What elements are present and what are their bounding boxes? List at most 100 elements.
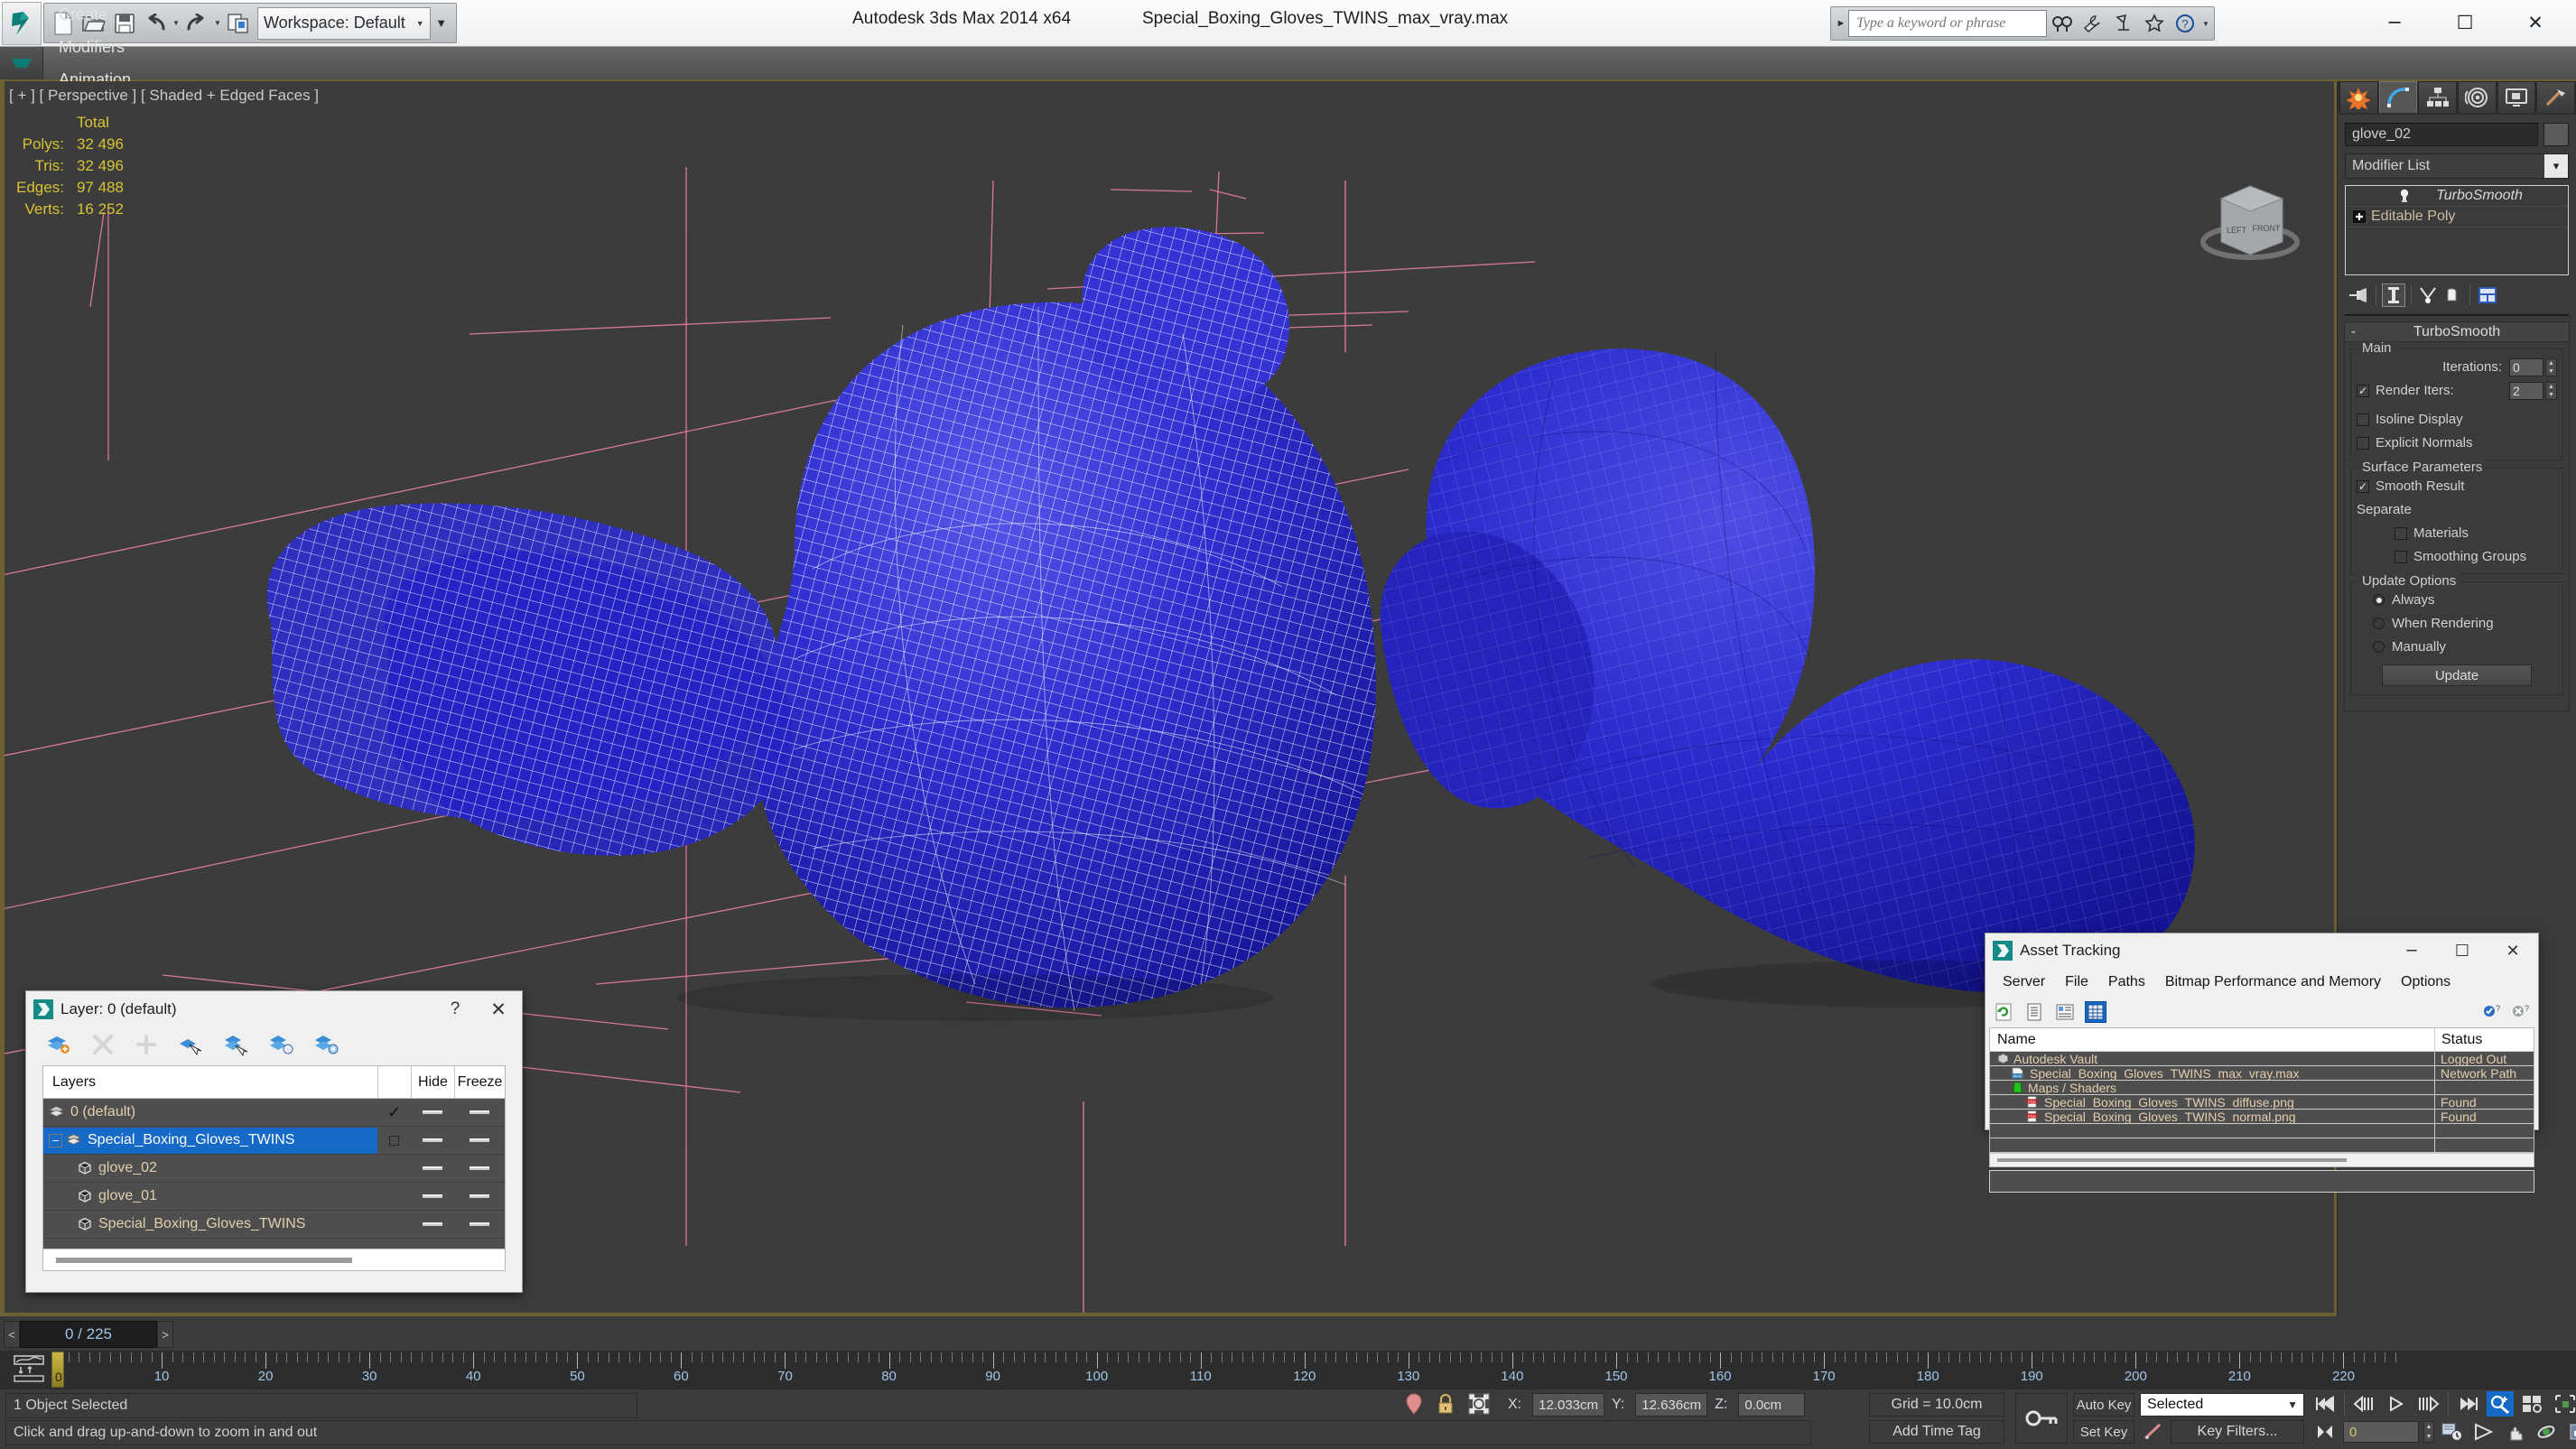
- timeline-ruler[interactable]: 0 10 20 30 40 50 60 70 80 90 100 110 120 130 140 150 160…: [58, 1351, 2576, 1389]
- search-expand-icon[interactable]: ►: [1834, 18, 1848, 29]
- turbosmooth-rollout-header[interactable]: - TurboSmooth: [2344, 321, 2570, 342]
- maximize-button[interactable]: ☐: [2437, 934, 2488, 967]
- zoom-all-button[interactable]: [2519, 1391, 2546, 1416]
- explicit-normals-checkbox[interactable]: [2357, 436, 2369, 450]
- menu-create[interactable]: Create: [43, 0, 174, 31]
- asset-row[interactable]: [1990, 1123, 2534, 1138]
- lightbulb-icon[interactable]: [2396, 189, 2413, 203]
- check-in-icon[interactable]: ?: [2480, 1001, 2502, 1023]
- layer-name-cell[interactable]: glove_02: [43, 1156, 377, 1182]
- layer-row[interactable]: − Special_Boxing_Gloves_TWINS □: [43, 1127, 505, 1155]
- asset-menu-file[interactable]: File: [2055, 969, 2098, 996]
- modifier-stack-item-editable-poly[interactable]: Editable Poly: [2346, 207, 2568, 228]
- render-iters-spinner[interactable]: ▲ ▼: [2545, 381, 2557, 400]
- orbit-button[interactable]: [2534, 1419, 2561, 1444]
- redo-icon[interactable]: [181, 6, 212, 41]
- smooth-result-checkbox[interactable]: ✓: [2357, 479, 2369, 493]
- layer-dialog[interactable]: Layer: 0 (default) ? ✕ Layers Hide Freez…: [25, 990, 523, 1293]
- field-of-view-button[interactable]: [2470, 1419, 2497, 1444]
- search-icon[interactable]: [2047, 8, 2078, 39]
- delete-layer-icon[interactable]: [91, 1033, 115, 1061]
- coord-y-field[interactable]: 12.636cm: [1635, 1393, 1708, 1416]
- select-objects-icon[interactable]: [178, 1033, 203, 1061]
- highlight-layer-icon[interactable]: [223, 1033, 248, 1061]
- current-frame-spinner[interactable]: ▲ ▼: [2423, 1421, 2434, 1443]
- default-tangent-icon[interactable]: [2140, 1420, 2167, 1444]
- layer-hide-cell[interactable]: [411, 1110, 454, 1114]
- asset-row[interactable]: Autodesk Vault Logged Out: [1990, 1051, 2534, 1066]
- asset-menu-paths[interactable]: Paths: [2098, 969, 2155, 996]
- max-icon[interactable]: [0, 47, 43, 79]
- hierarchy-tab[interactable]: [2418, 81, 2458, 113]
- layer-name-cell[interactable]: 0 (default): [43, 1100, 377, 1126]
- add-time-tag-button[interactable]: Add Time Tag: [1869, 1420, 2004, 1444]
- key-filters-button[interactable]: Key Filters...: [2171, 1420, 2304, 1444]
- check-out-icon[interactable]: ?: [2509, 1001, 2531, 1023]
- manually-radio[interactable]: [2373, 641, 2385, 653]
- object-color-swatch[interactable]: [2543, 123, 2569, 146]
- pin-stack-button[interactable]: [2347, 283, 2370, 307]
- minimize-button[interactable]: ─: [2359, 4, 2430, 42]
- workspace-menu-icon[interactable]: ▼: [431, 6, 452, 41]
- layer-name-cell[interactable]: Special_Boxing_Gloves_TWINS: [43, 1212, 377, 1238]
- desk-lamp-icon[interactable]: [2108, 8, 2139, 39]
- help-icon[interactable]: ?: [2170, 8, 2200, 39]
- asset-menu-server[interactable]: Server: [1993, 969, 2055, 996]
- previous-frame-button[interactable]: [2350, 1391, 2377, 1416]
- redo-dropdown-icon[interactable]: ▼: [212, 6, 223, 41]
- layer-row[interactable]: glove_02: [43, 1155, 505, 1183]
- modify-tab[interactable]: [2378, 81, 2418, 113]
- help-button[interactable]: ?: [435, 999, 475, 1019]
- asset-menu-options[interactable]: Options: [2391, 969, 2460, 996]
- key-mode-toggle-icon[interactable]: [2015, 1393, 2068, 1444]
- asset-row[interactable]: [1990, 1138, 2534, 1153]
- iterations-spinner[interactable]: ▲ ▼: [2545, 358, 2557, 376]
- asset-tracking-dialog[interactable]: Asset Tracking ─ ☐ ✕ Server File Paths Bitm…: [1985, 933, 2539, 1193]
- app-logo-icon[interactable]: [2, 2, 42, 45]
- viewport-label[interactable]: [ + ] [ Perspective ] [ Shaded + Edged F…: [9, 87, 319, 105]
- selection-lock-icon[interactable]: [1436, 1393, 1455, 1419]
- modifier-stack[interactable]: TurboSmooth Editable Poly: [2345, 185, 2569, 275]
- utilities-tab[interactable]: [2536, 81, 2576, 113]
- layer-freeze-cell[interactable]: [454, 1194, 505, 1198]
- layer-active-cell[interactable]: ✓: [377, 1103, 411, 1122]
- layer-hide-cell[interactable]: [411, 1138, 454, 1142]
- close-button[interactable]: ✕: [2500, 4, 2571, 42]
- layer-freeze-cell[interactable]: [454, 1110, 505, 1114]
- layer-active-cell[interactable]: □: [377, 1131, 411, 1150]
- favorites-star-icon[interactable]: [2139, 8, 2170, 39]
- zoom-extents-button[interactable]: [2552, 1391, 2576, 1416]
- previous-frame-arrow[interactable]: <: [4, 1321, 20, 1348]
- asset-menu-bitmap-performance-and-memory[interactable]: Bitmap Performance and Memory: [2155, 969, 2391, 996]
- asset-grid[interactable]: Name Status Autodesk Vault Logged Out MAX S…: [1989, 1027, 2534, 1167]
- maximize-button[interactable]: ☐: [2430, 4, 2500, 42]
- layer-list-grid[interactable]: Layers Hide Freeze 0 (default) ✓ − Special_…: [42, 1065, 506, 1271]
- layer-freeze-cell[interactable]: [454, 1138, 505, 1142]
- layer-hide-cell[interactable]: [411, 1166, 454, 1170]
- add-selection-icon[interactable]: [135, 1033, 158, 1061]
- motion-tab[interactable]: [2458, 81, 2497, 113]
- transform-gizmo-icon[interactable]: [1467, 1392, 1491, 1420]
- asset-horizontal-scrollbar[interactable]: [1990, 1153, 2534, 1166]
- pan-view-button[interactable]: [2502, 1419, 2529, 1444]
- layer-row[interactable]: 0 (default) ✓: [43, 1099, 505, 1127]
- separate-smoothing-groups-checkbox[interactable]: [2395, 550, 2407, 563]
- render-iters-field[interactable]: 2: [2509, 381, 2543, 400]
- asset-row[interactable]: MAX Special_Boxing_Gloves_TWINS_max_vray.…: [1990, 1065, 2534, 1081]
- isoline-display-checkbox[interactable]: [2357, 413, 2369, 426]
- key-mode-toggle-button[interactable]: [2311, 1419, 2339, 1444]
- open-mini-curve-editor-icon[interactable]: [11, 1354, 52, 1385]
- refresh-icon[interactable]: [1993, 1001, 2014, 1023]
- show-end-result-button[interactable]: [2382, 283, 2405, 307]
- close-icon[interactable]: ✕: [475, 999, 522, 1020]
- layer-hide-cell[interactable]: [411, 1222, 454, 1226]
- asset-row[interactable]: PNG Special_Boxing_Gloves_TWINS_normal.pn…: [1990, 1109, 2534, 1124]
- layer-settings-icon[interactable]: [313, 1033, 339, 1061]
- when-rendering-radio[interactable]: [2373, 618, 2385, 629]
- separate-materials-checkbox[interactable]: [2395, 526, 2407, 540]
- modifier-list-dropdown[interactable]: Modifier List ▾: [2345, 153, 2569, 179]
- layer-horizontal-scrollbar[interactable]: [43, 1249, 505, 1270]
- menu-modifiers[interactable]: Modifiers: [43, 31, 174, 63]
- make-unique-button[interactable]: [2417, 283, 2441, 307]
- configure-modifier-sets-button[interactable]: [2476, 283, 2499, 307]
